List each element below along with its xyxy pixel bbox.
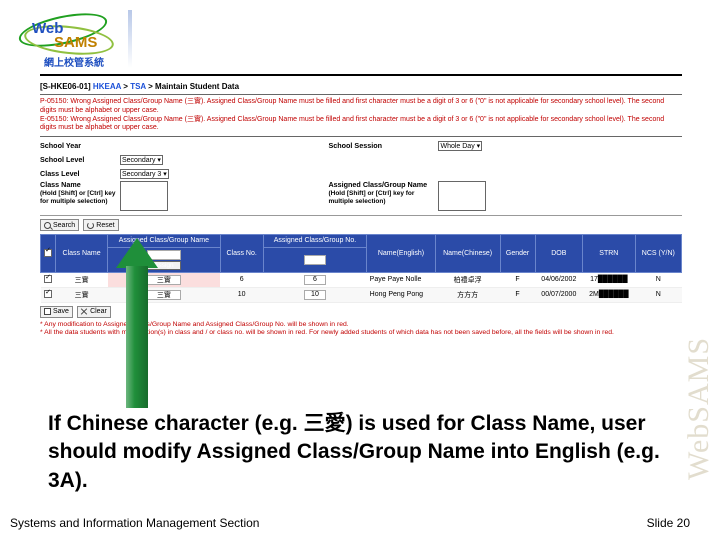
cell-class: 三實 xyxy=(56,287,108,302)
th-name-cn[interactable]: Name(Chinese) xyxy=(435,235,500,273)
cell-name-cn: 方方方 xyxy=(435,287,500,302)
slide-caption: If Chinese character (e.g. 三愛) is used f… xyxy=(48,410,672,495)
cell-gender: F xyxy=(500,287,535,302)
crumb-hkeaa[interactable]: HKEAA xyxy=(93,82,121,91)
th-name-en[interactable]: Name(English) xyxy=(367,235,436,273)
reset-button[interactable]: Reset xyxy=(83,219,118,231)
cell-ncs: N xyxy=(635,272,681,287)
footer-left: Systems and Information Management Secti… xyxy=(10,516,259,530)
divider xyxy=(128,10,132,68)
footer-right: Slide 20 xyxy=(647,516,690,530)
label-school-year: School Year xyxy=(40,142,120,150)
watermark: WebSAMS xyxy=(682,337,716,480)
th-dob[interactable]: DOB xyxy=(535,235,582,273)
callout-arrow xyxy=(120,238,154,408)
breadcrumb: [S-HKE06-01] HKEAA > TSA > Maintain Stud… xyxy=(40,82,682,91)
search-icon xyxy=(44,222,51,229)
cell-dob: 00/07/2000 xyxy=(535,287,582,302)
select-school-session[interactable]: Whole Day ▾ xyxy=(438,141,482,151)
crumb-tsa[interactable]: TSA xyxy=(130,82,146,91)
cell-class-no: 6 xyxy=(220,272,263,287)
th-ncs[interactable]: NCS (Y/N) xyxy=(635,235,681,273)
horizontal-rule xyxy=(40,74,682,76)
cell-name-cn: 柏禮卓浮 xyxy=(435,272,500,287)
cell-class-no: 10 xyxy=(220,287,263,302)
cell-ncs: N xyxy=(635,287,681,302)
cell-gender: F xyxy=(500,272,535,287)
search-button[interactable]: Search xyxy=(40,219,79,231)
filter-panel: School Year School LevelSecondary ▾ Clas… xyxy=(40,137,682,216)
select-all-checkbox[interactable] xyxy=(44,249,52,257)
reset-icon xyxy=(87,222,94,229)
error-panel: P-05150: Wrong Assigned Class/Group Name… xyxy=(40,94,682,137)
input-assigned-no[interactable] xyxy=(304,290,326,300)
bulk-no-input[interactable] xyxy=(304,255,326,265)
cell-strn: 2M██████ xyxy=(583,287,636,302)
listbox-assigned-group[interactable] xyxy=(438,181,486,211)
label-assigned-group: Assigned Class/Group Name(Hold [Shift] o… xyxy=(328,181,438,205)
th-class-no[interactable]: Class No. xyxy=(220,235,263,273)
select-class-level[interactable]: Secondary 3 ▾ xyxy=(120,169,169,179)
listbox-class-name[interactable] xyxy=(120,181,168,211)
th-strn[interactable]: STRN xyxy=(583,235,636,273)
th-assigned-no[interactable]: Assigned Class/Group No. xyxy=(263,235,366,248)
cell-dob: 04/06/2002 xyxy=(535,272,582,287)
row-checkbox[interactable] xyxy=(44,275,52,283)
save-button[interactable]: Save xyxy=(40,306,73,318)
clear-button[interactable]: Clear xyxy=(77,306,111,318)
error-line: P-05150: Wrong Assigned Class/Group Name… xyxy=(40,98,682,116)
th-class-name[interactable]: Class Name xyxy=(56,235,108,273)
crumb-current: Maintain Student Data xyxy=(155,82,239,91)
websams-logo: Web SAMS 網上校管系統 xyxy=(14,12,124,68)
clear-icon xyxy=(81,308,88,315)
input-assigned-no[interactable] xyxy=(304,275,326,285)
cell-strn: 17██████ xyxy=(583,272,636,287)
th-gender[interactable]: Gender xyxy=(500,235,535,273)
row-checkbox[interactable] xyxy=(44,290,52,298)
cell-name-en: Hong Peng Pong xyxy=(367,287,436,302)
label-class-name: Class Name(Hold [Shift] or [Ctrl] key fo… xyxy=(40,181,120,205)
cell-name-en: Paye Paye Nolle xyxy=(367,272,436,287)
error-line: E-05150: Wrong Assigned Class/Group Name… xyxy=(40,116,682,134)
save-icon xyxy=(44,308,51,315)
label-school-session: School Session xyxy=(328,142,438,150)
label-class-level: Class Level xyxy=(40,170,120,178)
select-school-level[interactable]: Secondary ▾ xyxy=(120,155,163,165)
label-school-level: School Level xyxy=(40,156,120,164)
cell-class: 三實 xyxy=(56,272,108,287)
